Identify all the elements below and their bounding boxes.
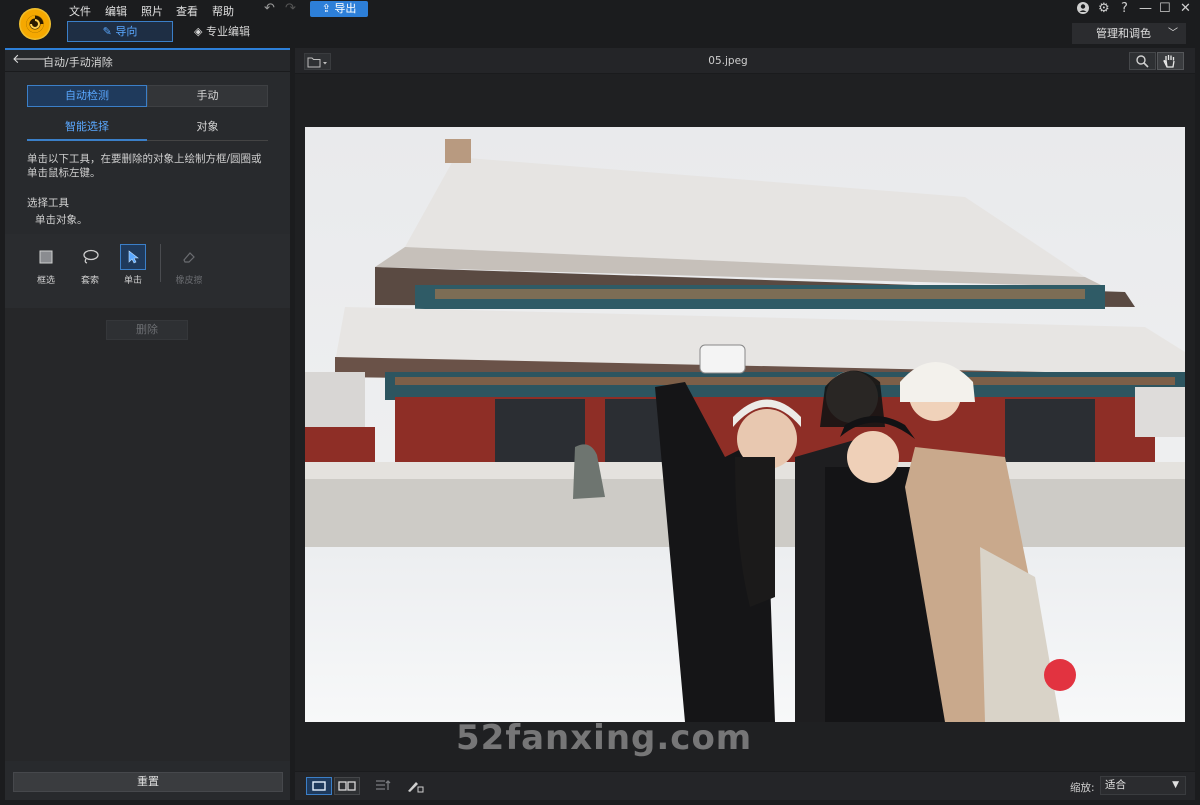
lasso-label: 套索 (80, 276, 99, 286)
viewer-bottom-bar (295, 771, 1195, 800)
menu-photo[interactable]: 照片 (141, 3, 163, 19)
box-select-icon (39, 250, 53, 264)
tab-smart-select[interactable]: 智能选择 (27, 116, 147, 141)
menu-help[interactable]: 帮助 (212, 3, 234, 19)
brush-icon[interactable] (405, 778, 425, 797)
segment-manual[interactable]: 手动 (147, 85, 268, 107)
undo-icon[interactable]: ↶ (264, 2, 275, 16)
segment-auto-detect[interactable]: 自动检测 (27, 85, 147, 107)
tab-object[interactable]: 对象 (147, 116, 268, 141)
zoom-label: 缩放: (1070, 782, 1095, 794)
zoom-tool-button[interactable] (1129, 52, 1156, 70)
magnifier-icon (1136, 55, 1149, 68)
minimize-button[interactable]: — (1139, 1, 1152, 17)
app-logo (19, 8, 51, 40)
tab-pro-label: 专业编辑 (205, 25, 250, 38)
click-select-icon (128, 250, 139, 264)
export-label: 导出 (334, 2, 357, 15)
export-icon: ⇪ (321, 2, 331, 15)
menu-file[interactable]: 文件 (69, 3, 91, 19)
layers-icon: ◈ (194, 25, 203, 38)
chevron-down-icon: ﹀ (1168, 28, 1178, 39)
panel-title: 自动/手动消除 (43, 56, 113, 69)
manage-color-label: 管理和调色 (1096, 27, 1151, 40)
manage-color-dropdown[interactable]: 管理和调色 ﹀ (1072, 23, 1186, 44)
tab-pro-edit[interactable]: ◈ 专业编辑 (194, 23, 250, 39)
eraser-label: 橡皮擦 (175, 276, 203, 286)
photo-canvas[interactable] (305, 127, 1185, 722)
delete-button[interactable]: 删除 (106, 320, 188, 340)
eraser-icon (183, 252, 195, 263)
zoom-value: 适合 (1105, 779, 1126, 791)
box-select-label: 框选 (36, 276, 55, 286)
tab-guide-label: 导向 (115, 25, 138, 38)
photo-image (305, 127, 1185, 722)
tool-divider (160, 244, 161, 282)
export-button[interactable]: ⇪ 导出 (310, 1, 368, 17)
box-select-tool[interactable] (33, 244, 59, 270)
maximize-button[interactable]: ☐ (1159, 1, 1171, 17)
tab-guide-mode[interactable]: ✎ 导向 (67, 21, 173, 42)
click-select-tool[interactable] (120, 244, 146, 270)
hand-icon (1163, 55, 1175, 68)
file-name: 05.jpeg (708, 55, 748, 67)
chevron-down-icon: ▼ (1172, 780, 1179, 790)
settings-gear-icon[interactable]: ⚙ (1098, 1, 1110, 17)
menu-edit[interactable]: 编辑 (105, 3, 127, 19)
redo-icon[interactable]: ↷ (285, 2, 296, 16)
list-sort-icon[interactable] (374, 778, 394, 797)
account-icon[interactable] (1076, 1, 1090, 20)
menu-view[interactable]: 查看 (176, 3, 198, 19)
tools-section-label: 选择工具 (27, 197, 69, 209)
back-arrow-icon[interactable]: 🡐 (12, 53, 47, 66)
click-select-label: 单击 (123, 276, 142, 286)
compare-view-icon (338, 781, 356, 791)
pan-tool-button[interactable] (1157, 52, 1184, 70)
help-button[interactable]: ? (1121, 1, 1128, 17)
single-view-icon (312, 781, 326, 791)
panel-divider[interactable] (291, 48, 294, 800)
eraser-tool[interactable] (176, 244, 202, 270)
folder-menu-button[interactable] (304, 53, 331, 70)
magic-wand-icon: ✎ (102, 25, 112, 38)
watermark-text: 52fanxing.com (456, 718, 753, 758)
instructions-text: 单击以下工具，在要删除的对象上绘制方框/圆圈或单击鼠标左键。 (27, 153, 262, 179)
compare-view-button[interactable] (334, 777, 360, 795)
tools-hint-text: 单击对象。 (35, 214, 88, 226)
folder-icon (307, 57, 327, 68)
close-button[interactable]: ✕ (1180, 1, 1191, 17)
single-view-button[interactable] (306, 777, 332, 795)
lasso-tool[interactable] (77, 244, 103, 270)
reset-button[interactable]: 重置 (13, 772, 283, 792)
zoom-select[interactable]: 适合 ▼ (1100, 776, 1186, 795)
lasso-icon (83, 249, 99, 264)
left-panel-lower (5, 308, 290, 761)
